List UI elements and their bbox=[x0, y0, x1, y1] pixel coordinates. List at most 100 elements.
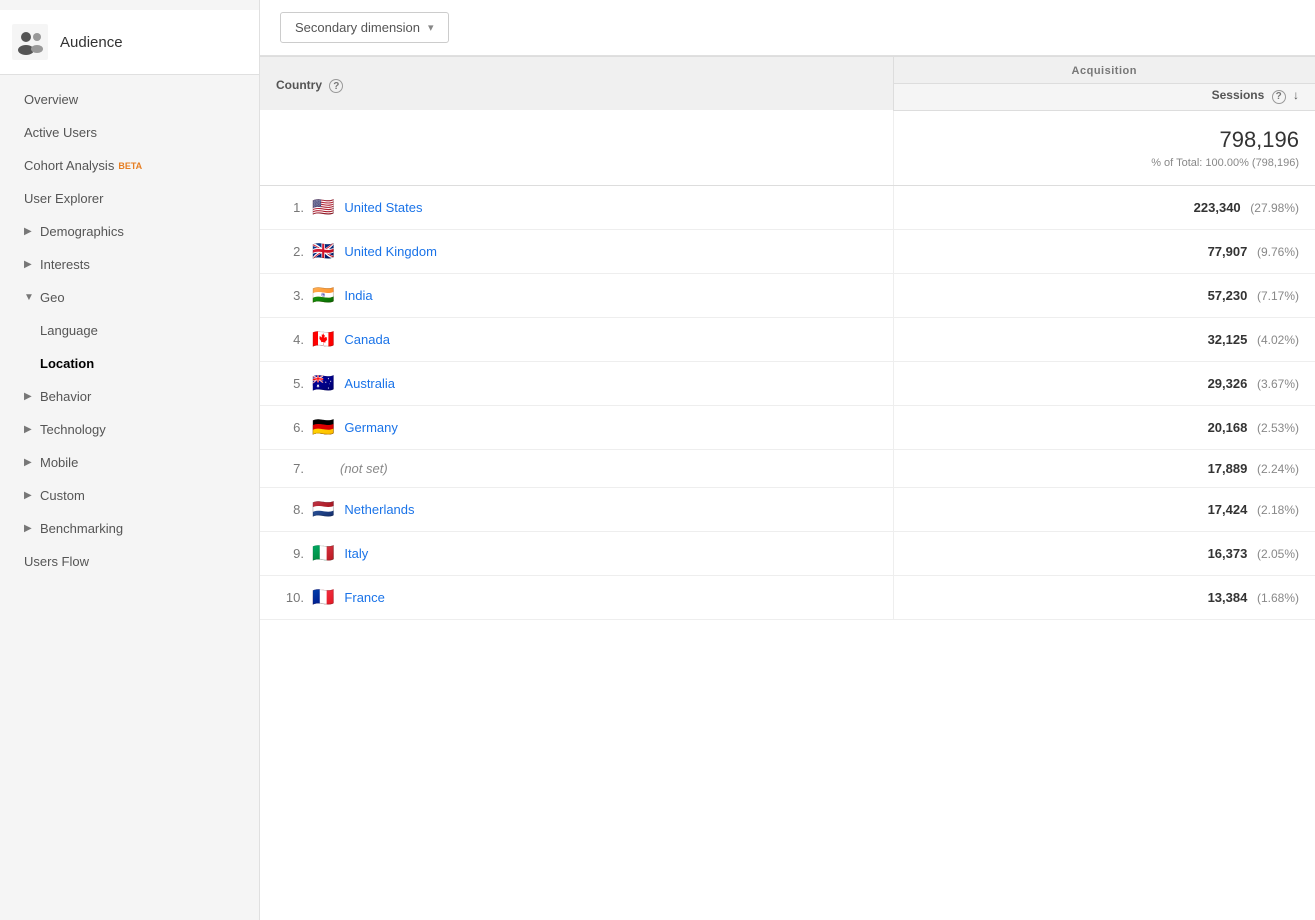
country-help-icon[interactable]: ? bbox=[329, 79, 343, 93]
country-link[interactable]: India bbox=[344, 288, 372, 303]
row-number: 5. bbox=[276, 376, 304, 391]
sessions-pct: (27.98%) bbox=[1250, 201, 1299, 215]
country-cell: 10. 🇫🇷 France bbox=[260, 575, 893, 619]
main-content: Secondary dimension ▾ Country ? Acquisit… bbox=[260, 0, 1315, 920]
sidebar-item-users-flow[interactable]: Users Flow bbox=[0, 545, 259, 578]
sort-icon[interactable]: ↓ bbox=[1293, 88, 1299, 102]
sessions-pct: (2.53%) bbox=[1257, 421, 1299, 435]
expand-triangle-icon: ▼ bbox=[24, 292, 34, 303]
sessions-value: 57,230 bbox=[1208, 288, 1248, 303]
sidebar-item-language[interactable]: Language bbox=[0, 314, 259, 347]
country-cell: 2. 🇬🇧 United Kingdom bbox=[260, 229, 893, 273]
table-row: 10. 🇫🇷 France 13,384 (1.68%) bbox=[260, 575, 1315, 619]
data-table-container: Country ? Acquisition Sessions ? ↓ bbox=[260, 56, 1315, 920]
country-flag-icon: 🇨🇦 bbox=[312, 329, 334, 350]
country-flag-icon: 🇮🇹 bbox=[312, 543, 334, 564]
sidebar-item-behavior[interactable]: ▶ Behavior bbox=[0, 380, 259, 413]
sessions-pct: (2.05%) bbox=[1257, 547, 1299, 561]
row-number: 9. bbox=[276, 546, 304, 561]
sidebar-item-demographics[interactable]: ▶ Demographics bbox=[0, 215, 259, 248]
sidebar-item-label: User Explorer bbox=[24, 191, 103, 206]
table-row: 6. 🇩🇪 Germany 20,168 (2.53%) bbox=[260, 405, 1315, 449]
sessions-cell: 77,907 (9.76%) bbox=[893, 229, 1315, 273]
sidebar-item-label: Users Flow bbox=[24, 554, 89, 569]
country-cell: 1. 🇺🇸 United States bbox=[260, 185, 893, 229]
th-country: Country ? bbox=[260, 57, 893, 111]
total-sessions-cell: 798,196 % of Total: 100.00% (798,196) bbox=[893, 110, 1315, 185]
sessions-value: 13,384 bbox=[1208, 590, 1248, 605]
sidebar-item-user-explorer[interactable]: User Explorer bbox=[0, 182, 259, 215]
dropdown-arrow-icon: ▾ bbox=[428, 21, 434, 34]
sidebar-nav: Overview Active Users Cohort Analysis BET… bbox=[0, 75, 259, 586]
sidebar-item-label: Benchmarking bbox=[40, 521, 123, 536]
sessions-cell: 32,125 (4.02%) bbox=[893, 317, 1315, 361]
country-link[interactable]: Netherlands bbox=[344, 502, 414, 517]
country-link[interactable]: United States bbox=[344, 200, 422, 215]
sidebar-item-overview[interactable]: Overview bbox=[0, 83, 259, 116]
sessions-cell: 57,230 (7.17%) bbox=[893, 273, 1315, 317]
table-row: 4. 🇨🇦 Canada 32,125 (4.02%) bbox=[260, 317, 1315, 361]
country-link[interactable]: Italy bbox=[344, 546, 368, 561]
beta-badge: BETA bbox=[118, 161, 142, 171]
sessions-pct: (2.18%) bbox=[1257, 503, 1299, 517]
total-sessions-value: 798,196 bbox=[910, 127, 1300, 153]
sessions-value: 29,326 bbox=[1208, 376, 1248, 391]
sidebar-item-benchmarking[interactable]: ▶ Benchmarking bbox=[0, 512, 259, 545]
audience-icon bbox=[12, 24, 48, 60]
country-link[interactable]: United Kingdom bbox=[344, 244, 437, 259]
location-table: Country ? Acquisition Sessions ? ↓ bbox=[260, 56, 1315, 620]
country-cell: 7. (not set) bbox=[260, 449, 893, 487]
country-cell: 4. 🇨🇦 Canada bbox=[260, 317, 893, 361]
collapse-triangle-icon: ▶ bbox=[24, 424, 34, 435]
sessions-cell: 16,373 (2.05%) bbox=[893, 531, 1315, 575]
sidebar-item-location[interactable]: Location bbox=[0, 347, 259, 380]
sidebar-item-cohort-analysis[interactable]: Cohort Analysis BETA bbox=[0, 149, 259, 182]
country-link[interactable]: Australia bbox=[344, 376, 395, 391]
sidebar-item-mobile[interactable]: ▶ Mobile bbox=[0, 446, 259, 479]
collapse-triangle-icon: ▶ bbox=[24, 259, 34, 270]
sidebar-item-label: Interests bbox=[40, 257, 90, 272]
sidebar-item-technology[interactable]: ▶ Technology bbox=[0, 413, 259, 446]
th-sessions: Sessions ? ↓ bbox=[893, 84, 1315, 111]
row-number: 2. bbox=[276, 244, 304, 259]
country-link[interactable]: Germany bbox=[344, 420, 397, 435]
sidebar-item-label: Cohort Analysis bbox=[24, 158, 114, 173]
sidebar-item-label: Location bbox=[40, 356, 94, 371]
sessions-help-icon[interactable]: ? bbox=[1272, 90, 1286, 104]
row-number: 6. bbox=[276, 420, 304, 435]
country-flag-icon: 🇫🇷 bbox=[312, 587, 334, 608]
total-label-cell bbox=[260, 110, 893, 185]
sidebar-item-geo[interactable]: ▼ Geo bbox=[0, 281, 259, 314]
country-name: (not set) bbox=[340, 461, 388, 476]
country-link[interactable]: France bbox=[344, 590, 384, 605]
table-row: 7. (not set) 17,889 (2.24%) bbox=[260, 449, 1315, 487]
sessions-value: 32,125 bbox=[1208, 332, 1248, 347]
sidebar-item-active-users[interactable]: Active Users bbox=[0, 116, 259, 149]
sidebar: Audience Overview Active Users Cohort An… bbox=[0, 0, 260, 920]
th-acquisition: Acquisition bbox=[893, 57, 1315, 84]
secondary-dimension-button[interactable]: Secondary dimension ▾ bbox=[280, 12, 449, 43]
country-cell: 9. 🇮🇹 Italy bbox=[260, 531, 893, 575]
table-row: 3. 🇮🇳 India 57,230 (7.17%) bbox=[260, 273, 1315, 317]
sessions-value: 77,907 bbox=[1208, 244, 1248, 259]
country-flag-icon: 🇳🇱 bbox=[312, 499, 334, 520]
sidebar-item-custom[interactable]: ▶ Custom bbox=[0, 479, 259, 512]
total-pct-value: % of Total: 100.00% (798,196) bbox=[910, 157, 1300, 169]
sidebar-item-label: Demographics bbox=[40, 224, 124, 239]
row-number: 4. bbox=[276, 332, 304, 347]
sidebar-item-label: Geo bbox=[40, 290, 65, 305]
country-link[interactable]: Canada bbox=[344, 332, 390, 347]
table-total-row: 798,196 % of Total: 100.00% (798,196) bbox=[260, 110, 1315, 185]
sessions-value: 17,889 bbox=[1208, 461, 1248, 476]
sessions-pct: (3.67%) bbox=[1257, 377, 1299, 391]
row-number: 10. bbox=[276, 590, 304, 605]
sessions-value: 16,373 bbox=[1208, 546, 1248, 561]
collapse-triangle-icon: ▶ bbox=[24, 490, 34, 501]
country-cell: 5. 🇦🇺 Australia bbox=[260, 361, 893, 405]
table-body: 798,196 % of Total: 100.00% (798,196) 1.… bbox=[260, 110, 1315, 619]
sessions-cell: 17,889 (2.24%) bbox=[893, 449, 1315, 487]
table-row: 8. 🇳🇱 Netherlands 17,424 (2.18%) bbox=[260, 487, 1315, 531]
sidebar-item-interests[interactable]: ▶ Interests bbox=[0, 248, 259, 281]
sessions-cell: 29,326 (3.67%) bbox=[893, 361, 1315, 405]
sessions-value: 223,340 bbox=[1194, 200, 1241, 215]
